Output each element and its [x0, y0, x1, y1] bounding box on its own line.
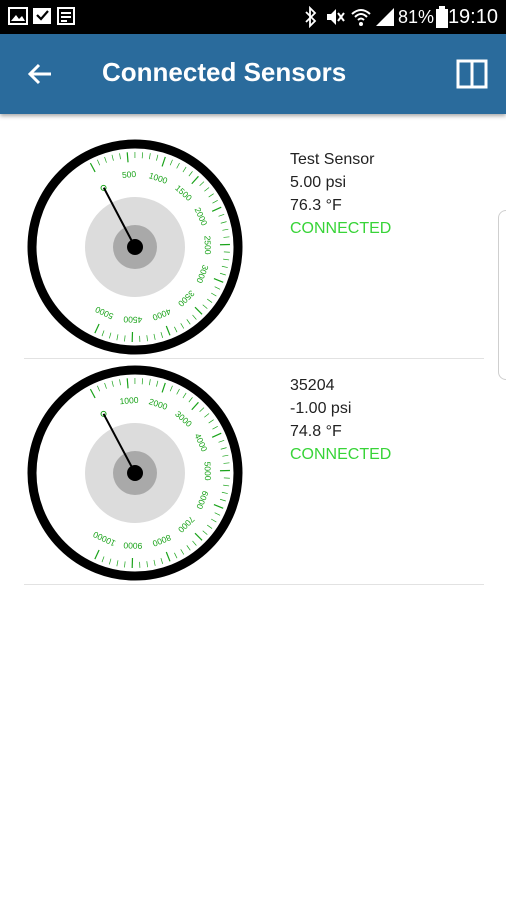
gauge-tick-label: 1000 [119, 395, 139, 407]
status-bar: 81% 19:10 [0, 0, 506, 34]
app-bar: Connected Sensors [0, 34, 506, 114]
sensor-info: Test Sensor 5.00 psi 76.3 °F CONNECTED [290, 148, 391, 240]
back-button[interactable] [18, 54, 62, 94]
signal-icon [376, 8, 394, 26]
page-title: Connected Sensors [102, 57, 347, 87]
gauge-tick-label: 9000 [123, 540, 142, 551]
sensor-list-item[interactable]: 500 1000 1500 2000 2500 3000 3500 4000 4500 5000 … [24, 132, 484, 359]
gauge-tick-label: 2500 [202, 236, 212, 255]
battery-icon [436, 6, 448, 28]
clock: 19:10 [447, 6, 498, 28]
gauge-tick [126, 378, 129, 389]
sensor-temperature: 76.3 °F [290, 197, 342, 214]
wifi-icon [351, 9, 371, 26]
download-icon [33, 8, 51, 24]
connection-status: CONNECTED [290, 446, 392, 463]
connection-status: CONNECTED [290, 220, 392, 237]
arrow-left-icon [27, 63, 51, 85]
pressure-gauge: 1000 200030004000500060007000800090001000… [27, 365, 243, 581]
sensor-list-item[interactable]: 1000 2000 3000 4000 5000 6000 7000 8000 9000 1000… [24, 358, 484, 585]
split-view-button[interactable] [452, 54, 492, 94]
calendar-icon [57, 7, 75, 25]
battery-percent: 81% [398, 7, 435, 27]
sensor-temperature: 74.8 °F [290, 423, 342, 440]
gauge-tick-label: 500 [122, 169, 137, 180]
sensor-info: 35204 -1.00 psi 74.8 °F CONNECTED [290, 374, 391, 466]
pressure-gauge: 500 100015002000250030003500400045005000 [27, 139, 243, 355]
sensor-name: Test Sensor [290, 151, 375, 168]
sensor-pressure: -1.00 psi [290, 400, 352, 417]
sensor-pressure: 5.00 psi [290, 174, 347, 191]
gauge-tick-label: 5000 [202, 462, 212, 481]
sensor-name: 35204 [290, 377, 335, 394]
gauge-tick [126, 152, 129, 163]
bluetooth-icon [305, 6, 317, 28]
side-panel-handle[interactable] [498, 210, 506, 380]
gauge-hub [127, 239, 143, 255]
mute-icon [327, 9, 345, 25]
gauge-tick-label: 4500 [123, 314, 142, 325]
image-icon [8, 7, 28, 25]
split-view-icon [456, 59, 488, 89]
gauge-hub [127, 465, 143, 481]
